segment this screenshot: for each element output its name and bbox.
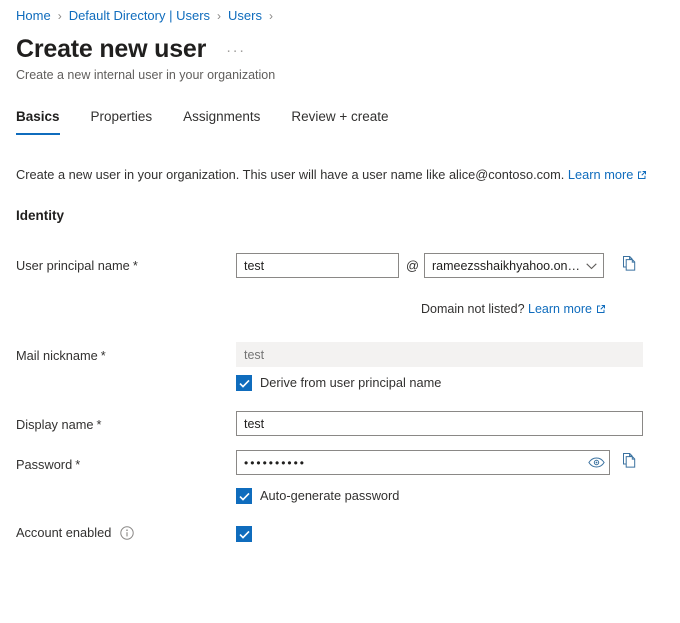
- chevron-down-icon: [586, 259, 597, 273]
- domain-not-listed-helper: Domain not listed? Learn more: [421, 301, 606, 318]
- label-text: Account enabled: [16, 525, 112, 540]
- tab-bar: Basics Properties Assignments Review + c…: [16, 108, 420, 135]
- domain-dropdown[interactable]: rameezsshaikhyahoo.on…: [424, 253, 604, 278]
- copy-password-button[interactable]: [618, 451, 640, 473]
- breadcrumb: Home › Default Directory | Users › Users…: [16, 8, 280, 24]
- label-text: Display name: [16, 417, 94, 432]
- copy-icon: [621, 255, 637, 275]
- tab-review-create[interactable]: Review + create: [291, 108, 388, 135]
- label-text: Password: [16, 457, 73, 472]
- tab-assignments[interactable]: Assignments: [183, 108, 260, 135]
- required-marker: *: [100, 348, 106, 363]
- label-user-principal-name: User principal name *: [16, 257, 138, 275]
- required-marker: *: [96, 417, 102, 432]
- description-learn-more-link[interactable]: Learn more: [568, 167, 633, 182]
- chevron-right-icon: ›: [217, 9, 222, 23]
- copy-user-principal-name-button[interactable]: [618, 254, 640, 276]
- label-text: User principal name: [16, 258, 130, 273]
- breadcrumb-item-default-directory-users[interactable]: Default Directory | Users: [69, 8, 210, 24]
- page-header: Create new user ···: [16, 34, 250, 64]
- chevron-right-icon: ›: [57, 9, 62, 23]
- auto-generate-password-label[interactable]: Auto-generate password: [260, 487, 399, 505]
- more-options-button[interactable]: ···: [222, 42, 250, 60]
- breadcrumb-item-home[interactable]: Home: [16, 8, 51, 24]
- page-title: Create new user: [16, 35, 207, 63]
- external-link-icon: [637, 167, 647, 185]
- display-name-input[interactable]: [236, 411, 643, 436]
- derive-from-upn-label[interactable]: Derive from user principal name: [260, 374, 441, 392]
- section-heading-identity: Identity: [16, 208, 65, 223]
- auto-generate-password-checkbox[interactable]: [236, 488, 252, 504]
- account-enabled-checkbox-row[interactable]: [236, 526, 252, 542]
- domain-learn-more-link[interactable]: Learn more: [528, 302, 592, 316]
- info-icon[interactable]: [120, 526, 135, 540]
- page-subtitle: Create a new internal user in your organ…: [16, 68, 276, 82]
- form-description: Create a new user in your organization. …: [16, 166, 647, 185]
- domain-dropdown-value: rameezsshaikhyahoo.on…: [432, 258, 580, 273]
- required-marker: *: [132, 258, 138, 273]
- tab-properties[interactable]: Properties: [91, 108, 153, 135]
- auto-generate-password-checkbox-row[interactable]: Auto-generate password: [236, 487, 399, 505]
- required-marker: *: [75, 457, 81, 472]
- derive-from-upn-checkbox[interactable]: [236, 375, 252, 391]
- tab-basics[interactable]: Basics: [16, 108, 60, 135]
- label-text: Mail nickname: [16, 348, 98, 363]
- at-sign-separator: @: [406, 258, 419, 273]
- form-description-text: Create a new user in your organization. …: [16, 167, 565, 182]
- derive-from-upn-checkbox-row[interactable]: Derive from user principal name: [236, 374, 441, 392]
- copy-icon: [621, 452, 637, 472]
- chevron-right-icon: ›: [269, 9, 273, 23]
- user-principal-name-input[interactable]: [236, 253, 399, 278]
- label-password: Password *: [16, 456, 80, 474]
- domain-not-listed-text: Domain not listed?: [421, 302, 525, 316]
- eye-icon: [587, 456, 605, 471]
- breadcrumb-item-users[interactable]: Users: [228, 8, 262, 24]
- mail-nickname-input: [236, 342, 643, 367]
- external-link-icon: [596, 302, 606, 318]
- password-input[interactable]: [236, 450, 610, 475]
- label-account-enabled: Account enabled: [16, 524, 135, 542]
- reveal-password-button[interactable]: [586, 453, 606, 473]
- label-display-name: Display name *: [16, 416, 102, 434]
- account-enabled-checkbox[interactable]: [236, 526, 252, 542]
- label-mail-nickname: Mail nickname *: [16, 347, 106, 365]
